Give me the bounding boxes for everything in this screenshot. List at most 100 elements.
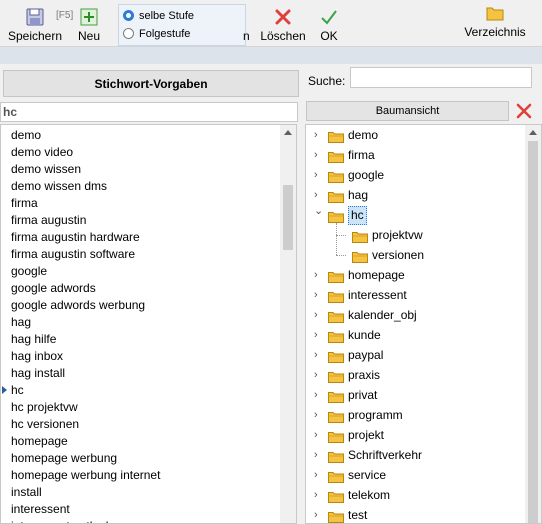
keyword-list-scrollbar[interactable]	[280, 125, 296, 523]
keyword-list-item[interactable]: firma augustin	[11, 212, 86, 229]
tree-node[interactable]: › telekom	[314, 485, 514, 505]
tree-node[interactable]: › google	[314, 165, 514, 185]
delete-button[interactable]: Löschen	[258, 8, 308, 43]
keyword-list-item[interactable]: hag install	[11, 365, 65, 382]
new-button[interactable]: Neu	[74, 8, 104, 43]
folder-icon	[352, 249, 368, 263]
keyword-tree[interactable]: › demo › firma › google › hag ⌄ hc projektvw versio…	[305, 124, 542, 524]
chevron-right-icon[interactable]: ›	[314, 405, 324, 425]
keyword-list-item[interactable]: hc versionen	[11, 416, 79, 433]
scroll-up-icon[interactable]	[284, 130, 292, 135]
keyword-list-item[interactable]: demo wissen	[11, 161, 81, 178]
folder-icon	[328, 149, 344, 163]
add-icon	[80, 8, 98, 26]
radio-same-level[interactable]: selbe Stufe	[123, 7, 243, 25]
scrollbar-thumb[interactable]	[528, 141, 538, 523]
keyword-list-item[interactable]: firma augustin hardware	[11, 229, 140, 246]
tree-node-label: versionen	[372, 248, 425, 262]
chevron-right-icon[interactable]: ›	[314, 125, 324, 145]
chevron-right-icon[interactable]: ›	[314, 365, 324, 385]
keyword-presets-button[interactable]: Stichwort-Vorgaben	[3, 70, 299, 97]
keyword-list-item[interactable]: homepage werbung	[11, 450, 117, 467]
keyword-list-item[interactable]: install	[11, 484, 42, 501]
delete-label: Löschen	[260, 29, 306, 43]
keyword-list-item[interactable]: demo wissen dms	[11, 178, 107, 195]
keyword-list-item[interactable]: hag	[11, 314, 31, 331]
new-shortcut-label: [F5]	[56, 10, 74, 21]
chevron-right-icon[interactable]: ›	[314, 345, 324, 365]
keyword-list-item[interactable]: interessent	[11, 501, 70, 518]
chevron-right-icon[interactable]: ›	[314, 505, 324, 523]
ok-label: OK	[320, 29, 338, 43]
folder-icon	[352, 229, 368, 243]
keyword-filter-input[interactable]: hc	[0, 102, 298, 122]
keyword-list-item[interactable]: firma	[11, 195, 38, 212]
new-label: Neu	[77, 29, 100, 43]
tree-node-label: privat	[348, 388, 378, 402]
tree-node[interactable]: › programm	[314, 405, 514, 425]
tree-view-button[interactable]: Baumansicht	[306, 101, 509, 121]
separator-bar	[0, 47, 542, 64]
tree-node-label: hag	[348, 188, 369, 202]
tree-node[interactable]: projektvw	[338, 225, 538, 245]
tree-node-label: praxis	[348, 368, 381, 382]
keyword-list[interactable]: demo demo video demo wissen demo wissen dms…	[0, 124, 297, 524]
tree-node[interactable]: › service	[314, 465, 514, 485]
tree-node-label: interessent	[348, 288, 407, 302]
tree-node[interactable]: › praxis	[314, 365, 514, 385]
tree-node[interactable]: › Schriftverkehr	[314, 445, 514, 465]
tree-node[interactable]: › projekt	[314, 425, 514, 445]
radio-checked-icon	[123, 10, 134, 21]
tree-node[interactable]: › demo	[314, 125, 514, 145]
tree-node[interactable]: ⌄ hc	[314, 205, 514, 225]
chevron-right-icon[interactable]: ›	[314, 165, 324, 185]
keyword-list-item[interactable]: hc projektvw	[11, 399, 78, 416]
keyword-list-item[interactable]: hc	[11, 382, 24, 399]
chevron-right-icon[interactable]: ›	[314, 445, 324, 465]
ok-button[interactable]: OK	[316, 8, 342, 43]
tree-node[interactable]: › kunde	[314, 325, 514, 345]
chevron-right-icon[interactable]: ›	[314, 325, 324, 345]
tree-node[interactable]: › kalender_obj	[314, 305, 514, 325]
keyword-list-item[interactable]: google	[11, 263, 47, 280]
radio-next-level[interactable]: Folgestufe	[123, 25, 243, 43]
chevron-right-icon[interactable]: ›	[314, 385, 324, 405]
keyword-list-item[interactable]: hag hilfe	[11, 331, 56, 348]
tree-node[interactable]: › homepage	[314, 265, 514, 285]
chevron-down-icon[interactable]: ⌄	[314, 201, 324, 221]
chevron-right-icon[interactable]: ›	[314, 265, 324, 285]
chevron-right-icon[interactable]: ›	[314, 305, 324, 325]
scroll-up-icon[interactable]	[529, 130, 537, 135]
tree-node[interactable]: versionen	[338, 245, 538, 265]
keyword-list-item[interactable]: demo	[11, 127, 41, 144]
scrollbar-thumb[interactable]	[283, 185, 293, 250]
tree-node[interactable]: › firma	[314, 145, 514, 165]
folder-icon	[328, 409, 344, 423]
close-icon[interactable]	[516, 103, 532, 119]
keyword-list-item[interactable]: homepage werbung internet	[11, 467, 160, 484]
chevron-right-icon[interactable]: ›	[314, 485, 324, 505]
keyword-list-item[interactable]: interessent outlook	[11, 518, 112, 523]
tree-node-label: projektvw	[372, 228, 423, 242]
chevron-right-icon[interactable]: ›	[314, 145, 324, 165]
tree-node[interactable]: › privat	[314, 385, 514, 405]
keyword-list-item[interactable]: firma augustin software	[11, 246, 135, 263]
chevron-right-icon[interactable]: ›	[314, 465, 324, 485]
keyword-list-item[interactable]: google adwords werbung	[11, 297, 145, 314]
keyword-list-item[interactable]: hag inbox	[11, 348, 63, 365]
tree-node[interactable]: › test	[314, 505, 514, 523]
keyword-list-item[interactable]: homepage	[11, 433, 68, 450]
tree-scrollbar[interactable]	[525, 125, 541, 523]
tree-node[interactable]: › hag	[314, 185, 514, 205]
tree-node[interactable]: › paypal	[314, 345, 514, 365]
chevron-right-icon[interactable]: ›	[314, 425, 324, 445]
tree-node-label: firma	[348, 148, 375, 162]
directory-button[interactable]: Verzeichnis	[460, 5, 530, 39]
search-input[interactable]	[350, 67, 532, 88]
tree-node[interactable]: › interessent	[314, 285, 514, 305]
folder-icon	[328, 349, 344, 363]
keyword-list-item[interactable]: demo video	[11, 144, 73, 161]
keyword-list-item[interactable]: google adwords	[11, 280, 96, 297]
tree-node-label: test	[348, 508, 368, 522]
chevron-right-icon[interactable]: ›	[314, 285, 324, 305]
